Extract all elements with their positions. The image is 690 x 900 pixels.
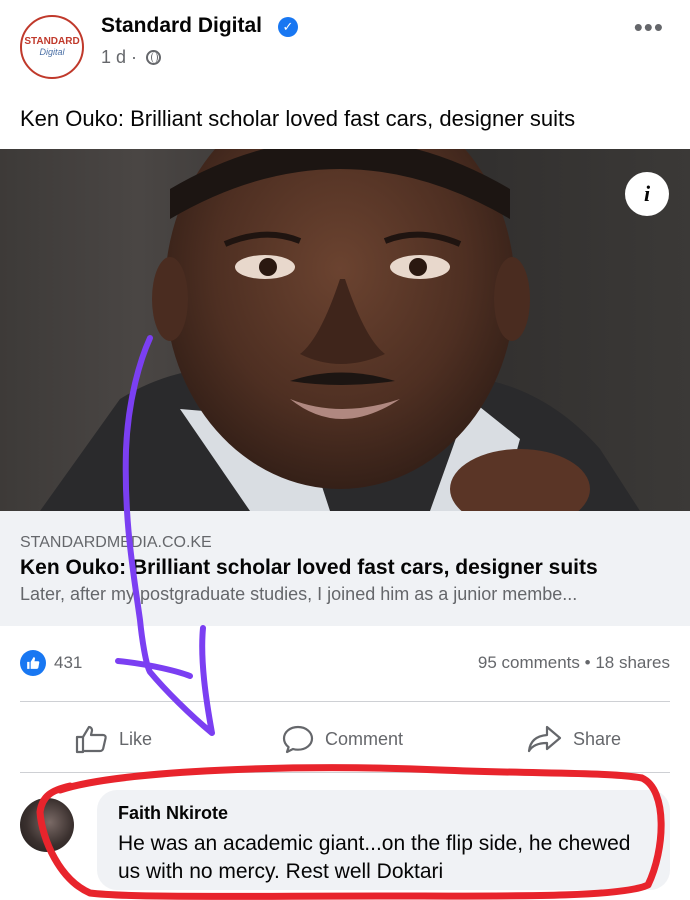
post-time[interactable]: 1 d xyxy=(101,47,126,67)
comment-label: Comment xyxy=(325,728,404,749)
comment-text: He was an academic giant...on the flip s… xyxy=(118,832,631,883)
link-title[interactable]: Ken Ouko: Brilliant scholar loved fast c… xyxy=(20,556,598,580)
post-header: STANDARD Digital Standard Digital ✓ 1 d … xyxy=(0,0,690,90)
post-stats: 431 95 comments • 18 shares xyxy=(0,648,690,682)
share-arrow-icon xyxy=(527,725,562,753)
comment-count[interactable]: 95 comments xyxy=(478,653,580,672)
more-dots-icon[interactable]: ••• xyxy=(634,12,664,43)
counts-separator: • xyxy=(584,653,591,672)
meta-separator: · xyxy=(131,47,138,67)
divider xyxy=(20,701,670,702)
info-icon[interactable]: i xyxy=(625,172,669,216)
post-photo[interactable] xyxy=(0,149,690,511)
thumbs-up-icon xyxy=(20,650,46,676)
link-description: Later, after my postgraduate studies, I … xyxy=(20,584,578,604)
like-label: Like xyxy=(119,728,153,749)
post-caption: Ken Ouko: Brilliant scholar loved fast c… xyxy=(20,106,576,131)
link-domain: STANDARDMEDIA.CO.KE xyxy=(20,534,212,551)
avatar-logo-line2: Digital xyxy=(39,47,65,57)
globe-icon xyxy=(146,50,162,65)
speech-bubble-icon xyxy=(282,725,314,754)
action-bar: Like Comment Share xyxy=(0,716,690,762)
thumbs-up-icon xyxy=(75,725,107,754)
commenter-avatar[interactable] xyxy=(20,798,74,852)
like-button[interactable]: Like xyxy=(75,724,152,754)
divider xyxy=(20,772,670,773)
page-name[interactable]: Standard Digital xyxy=(101,14,262,38)
page-avatar[interactable]: STANDARD Digital xyxy=(20,15,84,79)
verified-check-icon: ✓ xyxy=(278,17,298,37)
commenter-name[interactable]: Faith Nkirote xyxy=(118,803,228,824)
comment-share-counts: 95 comments • 18 shares xyxy=(478,653,670,673)
share-button[interactable]: Share xyxy=(527,724,621,754)
post-meta: 1 d · xyxy=(101,47,162,68)
comment-button[interactable]: Comment xyxy=(281,724,403,754)
share-count[interactable]: 18 shares xyxy=(595,653,670,672)
portrait-image xyxy=(40,149,640,511)
avatar-logo-line1: STANDARD xyxy=(24,36,80,47)
like-count[interactable]: 431 xyxy=(54,653,82,673)
share-label: Share xyxy=(573,728,622,749)
